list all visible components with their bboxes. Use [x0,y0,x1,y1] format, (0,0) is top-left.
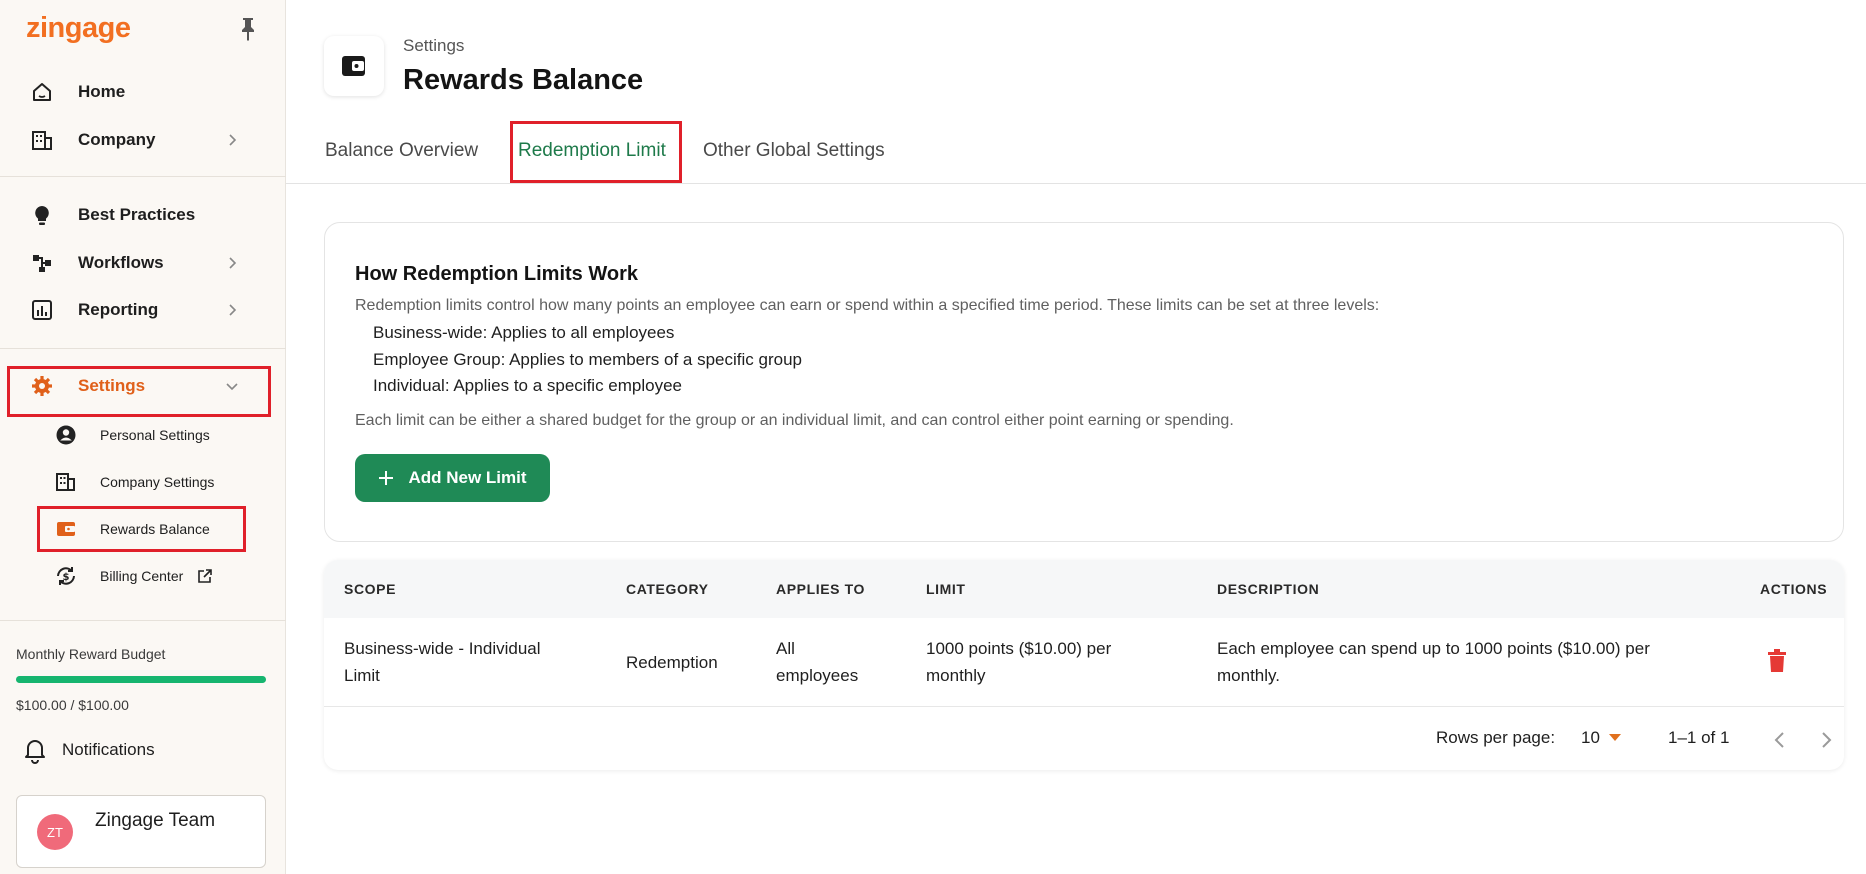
home-icon [30,80,54,104]
sub-company-settings[interactable]: Company Settings [54,466,244,498]
cell-applies-line: All [776,639,795,658]
caret-down-icon[interactable] [1609,734,1621,741]
external-link-icon [198,569,213,583]
zingage-logo[interactable]: zingage [26,12,131,45]
cell-description-line: Each employee can spend up to 1000 point… [1217,639,1650,658]
page-icon [324,36,384,96]
chevron-right-icon [229,257,237,269]
row-divider [324,706,1844,707]
tab-other-global-settings[interactable]: Other Global Settings [703,140,885,162]
sub-billing-center[interactable]: $ Billing Center [54,560,244,592]
column-header-applies-to: APPLIES TO [776,581,865,597]
pin-icon[interactable] [236,16,260,42]
budget-label: Monthly Reward Budget [16,646,166,662]
nav-best-practices-label: Best Practices [78,205,196,224]
cell-applies-line: employees [776,666,859,685]
nav-company[interactable]: Company [30,122,245,158]
limits-table: SCOPE CATEGORY APPLIES TO LIMIT DESCRIPT… [324,560,1844,770]
column-header-actions: ACTIONS [1760,581,1828,597]
sidebar: zingage Home Company Best Practices Work… [0,0,286,874]
nav-reporting-label: Reporting [78,300,159,319]
info-note: Each limit can be either a shared budget… [355,412,1234,429]
chevron-right-icon [229,134,237,146]
column-header-description: DESCRIPTION [1217,581,1320,597]
building-icon [30,128,54,152]
workflow-icon [30,251,54,275]
sub-billing-label: Billing Center [100,568,184,584]
cell-description-line: monthly. [1217,666,1280,685]
nav-reporting[interactable]: Reporting [30,292,245,328]
chevron-right-icon [229,304,237,316]
breadcrumb[interactable]: Settings [403,36,464,56]
table-header: SCOPE CATEGORY APPLIES TO LIMIT DESCRIPT… [324,560,1844,618]
cell-limit-line: 1000 points ($10.00) per [926,639,1112,658]
cell-scope-line: Business-wide - Individual [344,639,541,658]
budget-progress-bar [16,676,266,683]
budget-value: $100.00 / $100.00 [16,697,129,713]
column-header-category: CATEGORY [626,581,709,597]
cell-scope-line: Limit [344,666,380,685]
cell-limit-line: monthly [926,666,986,685]
info-level-item: Business-wide: Applies to all employees [373,323,675,342]
cell-description: Each employee can spend up to 1000 point… [1217,635,1650,689]
svg-text:$: $ [63,572,70,583]
bell-icon [25,740,45,764]
highlight-settings [7,366,271,417]
billing-cycle-icon: $ [54,564,78,588]
trash-icon[interactable] [1766,648,1788,674]
highlight-rewards-balance [37,506,246,552]
page-title: Rewards Balance [403,64,644,96]
tab-balance-overview[interactable]: Balance Overview [325,140,478,162]
user-profile-card[interactable]: ZT Zingage Team [16,795,266,868]
sub-personal-settings[interactable]: Personal Settings [54,419,244,451]
user-name: Zingage Team [95,810,216,831]
budget-progress-fill [16,676,266,683]
nav-company-label: Company [78,130,156,149]
column-header-limit: LIMIT [926,581,966,597]
info-level-item: Individual: Applies to a specific employ… [373,376,683,395]
sub-company-label: Company Settings [100,474,215,490]
nav-best-practices[interactable]: Best Practices [30,197,245,233]
info-description: Redemption limits control how many point… [355,297,1380,314]
highlight-redemption-tab [510,121,682,183]
info-card: How Redemption Limits Work Redemption li… [324,222,1844,542]
lightbulb-icon [30,203,54,227]
nav-workflows[interactable]: Workflows [30,245,245,281]
sub-personal-label: Personal Settings [100,427,210,443]
add-new-limit-button[interactable]: Add New Limit [355,454,550,502]
cell-scope: Business-wide - Individual Limit [344,635,541,689]
sidebar-divider [0,176,286,177]
account-circle-icon [54,423,78,447]
bar-chart-icon [30,298,54,322]
sidebar-divider [0,620,286,621]
nav-home[interactable]: Home [30,74,245,110]
building-icon [54,470,78,494]
cell-limit: 1000 points ($10.00) per monthly [926,635,1111,689]
cell-applies-to: All employees [776,635,858,689]
pagination-range: 1–1 of 1 [1668,728,1730,747]
info-title: How Redemption Limits Work [355,263,638,285]
chevron-left-icon[interactable] [1770,728,1790,752]
sidebar-divider [0,348,286,349]
nav-workflows-label: Workflows [78,253,164,272]
column-header-scope: SCOPE [344,581,397,597]
rows-per-page-label: Rows per page: [1436,728,1556,747]
avatar: ZT [37,814,73,850]
notifications-label: Notifications [62,740,155,759]
cell-category: Redemption [626,653,718,672]
add-new-limit-label: Add New Limit [408,468,527,487]
rows-per-page-select[interactable]: 10 [1581,728,1600,748]
notifications-button[interactable]: Notifications [22,736,155,764]
nav-home-label: Home [78,82,126,101]
chevron-right-icon[interactable] [1816,728,1836,752]
wallet-icon [342,56,365,76]
plus-icon [379,471,394,485]
info-level-item: Employee Group: Applies to members of a … [373,350,802,369]
